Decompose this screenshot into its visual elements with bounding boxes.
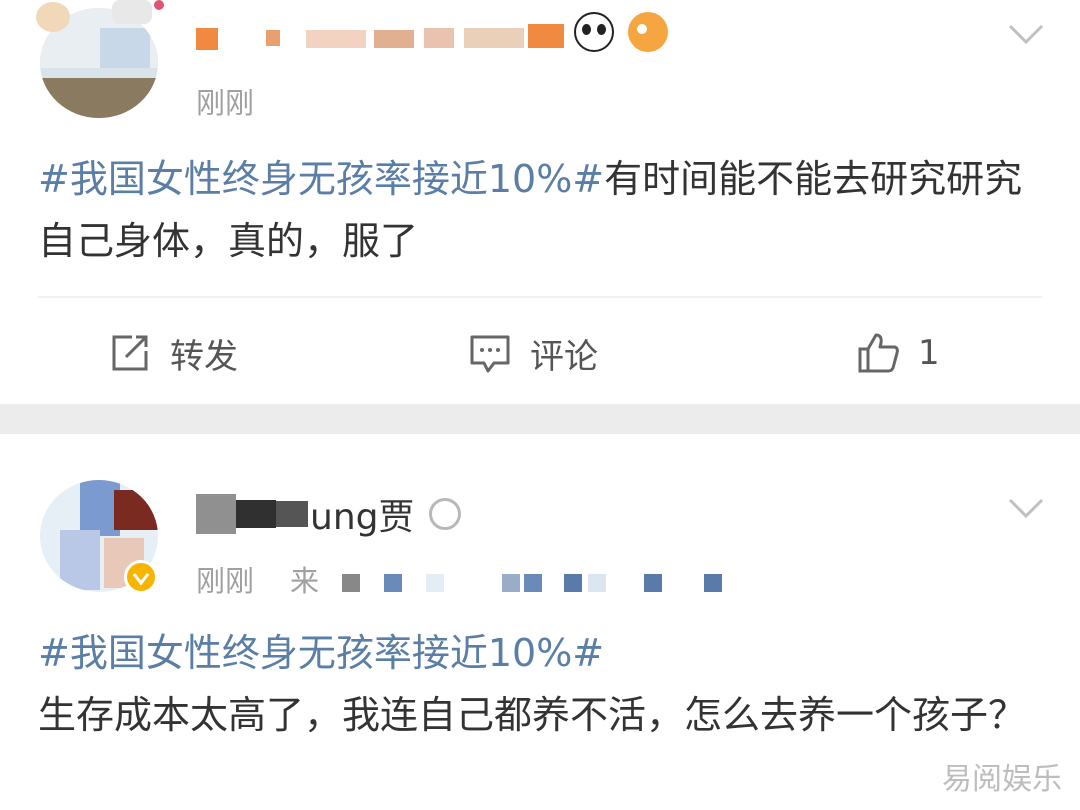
username[interactable]: ung贾 [196, 494, 461, 538]
repost-label: 转发 [170, 336, 238, 377]
comment-button[interactable]: 评论 [468, 298, 598, 408]
post-body: #我国女性终身无孩率接近10%#有时间能不能去研究研究自己身体，真的，服了 [38, 148, 1040, 272]
thumbs-up-icon [856, 331, 900, 375]
post-text: 生存成本太高了，我连自己都养不活，怎么去养一个孩子？ [38, 693, 1027, 737]
repost-button[interactable]: 转发 [108, 298, 238, 408]
verified-badge-icon [124, 560, 158, 594]
post-time: 刚刚 [196, 564, 255, 598]
weibo-post-1: 刚刚 #我国女性终身无孩率接近10%#有时间能不能去研究研究自己身体，真的，服了… [0, 0, 1080, 404]
hashtag-link[interactable]: #我国女性终身无孩率接近10%# [38, 157, 604, 201]
chevron-down-icon[interactable] [1004, 486, 1048, 530]
share-icon [108, 331, 152, 375]
like-button[interactable]: 1 [856, 298, 940, 408]
username-suffix: ung贾 [310, 497, 415, 538]
username-blurred[interactable] [196, 22, 566, 56]
post-body: #我国女性终身无孩率接近10%# 生存成本太高了，我连自己都养不活，怎么去养一个… [38, 622, 1040, 746]
watermark: 易阅娱乐 [942, 762, 1062, 797]
comment-label: 评论 [530, 336, 598, 377]
post-time: 刚刚 [196, 86, 255, 120]
pufferfish-emoji-icon [628, 12, 668, 52]
username-blurred [196, 494, 308, 534]
hashtag-link[interactable]: #我国女性终身无孩率接近10%# [38, 622, 1040, 684]
panda-emoji-icon [574, 12, 614, 52]
chevron-down-icon[interactable] [1004, 12, 1048, 56]
action-bar: 转发 评论 1 [0, 298, 1080, 408]
member-badge-icon [428, 498, 461, 530]
source-prefix: 来 [290, 564, 320, 598]
comment-icon [468, 331, 512, 375]
weibo-post-2: ung贾 刚刚 来 #我国女性终身无孩率接近10%# 生存成本太高了，我连自己都… [0, 434, 1080, 810]
sticker [30, 0, 164, 40]
like-count: 1 [918, 333, 940, 373]
post-separator [0, 404, 1080, 434]
